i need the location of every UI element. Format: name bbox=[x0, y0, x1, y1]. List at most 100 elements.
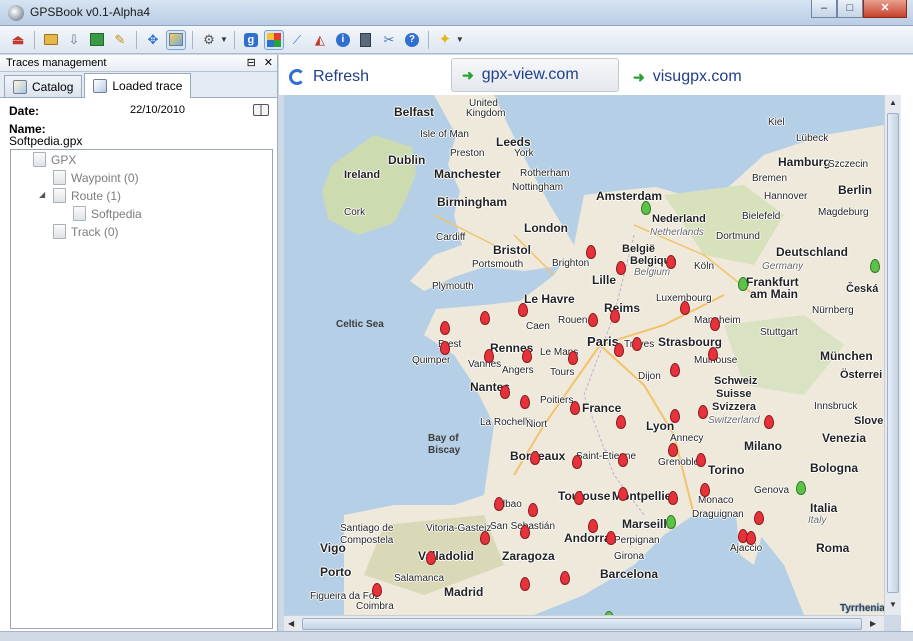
google-icon[interactable]: g bbox=[241, 30, 261, 50]
info-icon[interactable]: i bbox=[333, 30, 353, 50]
pin-icon[interactable]: ⊟ bbox=[247, 55, 256, 72]
map-marker-red[interactable] bbox=[700, 483, 710, 497]
map-marker-red[interactable] bbox=[618, 487, 628, 501]
scroll-up-icon[interactable]: ▲ bbox=[889, 98, 897, 107]
map-marker-red[interactable] bbox=[530, 451, 540, 465]
import-icon[interactable]: ⇩ bbox=[64, 30, 84, 50]
help-icon[interactable]: ? bbox=[402, 30, 422, 50]
export-icon[interactable] bbox=[87, 30, 107, 50]
gpx-view-link[interactable]: ➜ gpx-view.com bbox=[451, 58, 619, 92]
map-marker-red[interactable] bbox=[698, 405, 708, 419]
map-marker-red[interactable] bbox=[574, 491, 584, 505]
map-view-icon[interactable] bbox=[166, 29, 186, 50]
map-marker-red[interactable] bbox=[494, 497, 504, 511]
tree-item-softpedia[interactable]: Softpedia bbox=[73, 205, 142, 222]
exit-icon[interactable]: ⏏ bbox=[8, 30, 28, 50]
map-label: Nürnberg bbox=[812, 305, 854, 316]
map-marker-red[interactable] bbox=[522, 349, 532, 363]
document-icon bbox=[53, 224, 66, 239]
tab-catalog[interactable]: Catalog bbox=[4, 75, 83, 97]
visugpx-link[interactable]: ➜ visugpx.com bbox=[633, 64, 742, 90]
maximize-button[interactable]: □ bbox=[837, 0, 863, 18]
map-marker-red[interactable] bbox=[764, 415, 774, 429]
map-marker-red[interactable] bbox=[480, 311, 490, 325]
tab-loaded-trace[interactable]: Loaded trace bbox=[84, 73, 192, 98]
open-folder-icon[interactable] bbox=[41, 30, 61, 50]
tree-item-track[interactable]: Track (0) bbox=[53, 223, 119, 240]
map-marker-red[interactable] bbox=[560, 571, 570, 585]
tiles-icon[interactable] bbox=[263, 29, 284, 50]
star-icon[interactable]: ✦ bbox=[435, 30, 455, 50]
map-marker-red[interactable] bbox=[696, 453, 706, 467]
map-marker-red[interactable] bbox=[616, 261, 626, 275]
map-marker-red[interactable] bbox=[754, 511, 764, 525]
star-dropdown-arrow[interactable]: ▼ bbox=[456, 35, 464, 44]
map-marker-red[interactable] bbox=[480, 531, 490, 545]
map-marker-red[interactable] bbox=[484, 349, 494, 363]
vertical-scroll-thumb[interactable] bbox=[887, 113, 899, 593]
map-label: Nottingham bbox=[512, 182, 564, 193]
scroll-left-icon[interactable]: ◀ bbox=[288, 619, 294, 628]
map-marker-red[interactable] bbox=[440, 341, 450, 355]
map-marker-green[interactable] bbox=[870, 259, 880, 273]
calculator-icon[interactable] bbox=[356, 30, 376, 50]
map-marker-red[interactable] bbox=[610, 309, 620, 323]
chart-icon[interactable]: ⟋ bbox=[287, 30, 307, 50]
plugins-dropdown-arrow[interactable]: ▼ bbox=[220, 35, 228, 44]
map-marker-red[interactable] bbox=[710, 317, 720, 331]
map-marker-red[interactable] bbox=[708, 347, 718, 361]
map-marker-red[interactable] bbox=[426, 551, 436, 565]
refresh-link[interactable]: Refresh bbox=[289, 64, 369, 90]
map-marker-red[interactable] bbox=[666, 255, 676, 269]
map-marker-red[interactable] bbox=[568, 351, 578, 365]
scroll-right-icon[interactable]: ▶ bbox=[870, 619, 876, 628]
map-marker-red[interactable] bbox=[632, 337, 642, 351]
panel-close-icon[interactable]: ✕ bbox=[264, 55, 273, 72]
map-marker-red[interactable] bbox=[572, 455, 582, 469]
scroll-down-icon[interactable]: ▼ bbox=[889, 600, 897, 609]
map-marker-red[interactable] bbox=[616, 415, 626, 429]
map-marker-red[interactable] bbox=[520, 395, 530, 409]
tree-item-route[interactable]: Route (1) bbox=[53, 187, 121, 204]
map-marker-red[interactable] bbox=[518, 303, 528, 317]
map-marker-red[interactable] bbox=[500, 385, 510, 399]
map-marker-red[interactable] bbox=[668, 443, 678, 457]
map-marker-red[interactable] bbox=[614, 343, 624, 357]
map-marker-red[interactable] bbox=[520, 525, 530, 539]
map-marker-red[interactable] bbox=[670, 363, 680, 377]
tree-item-gpx[interactable]: GPX bbox=[33, 151, 76, 168]
map-marker-green[interactable] bbox=[738, 277, 748, 291]
move-icon[interactable]: ✥ bbox=[143, 30, 163, 50]
minimize-button[interactable]: – bbox=[811, 0, 837, 18]
map-view[interactable]: United Kingdom Belfast Isle of Man Leeds… bbox=[284, 95, 884, 615]
map-marker-red[interactable] bbox=[528, 503, 538, 517]
plugins-icon[interactable]: ⚙ bbox=[199, 30, 219, 50]
map-marker-green[interactable] bbox=[666, 515, 676, 529]
map-marker-red[interactable] bbox=[680, 301, 690, 315]
map-marker-red[interactable] bbox=[570, 401, 580, 415]
expand-arrow-icon[interactable]: ◢ bbox=[39, 190, 45, 199]
routes-icon[interactable]: ◭ bbox=[310, 30, 330, 50]
map-marker-red[interactable] bbox=[588, 519, 598, 533]
map-marker-green[interactable] bbox=[796, 481, 806, 495]
horizontal-scroll-thumb[interactable] bbox=[302, 618, 862, 630]
map-marker-red[interactable] bbox=[520, 577, 530, 591]
map-marker-red[interactable] bbox=[746, 531, 756, 545]
map-marker-red[interactable] bbox=[618, 453, 628, 467]
close-button[interactable]: ✕ bbox=[863, 0, 907, 18]
map-horizontal-scrollbar[interactable]: ◀ ▶ bbox=[284, 615, 884, 631]
map-marker-green[interactable] bbox=[641, 201, 651, 215]
map-marker-red[interactable] bbox=[588, 313, 598, 327]
map-marker-red[interactable] bbox=[670, 409, 680, 423]
tree-item-waypoint[interactable]: Waypoint (0) bbox=[53, 169, 139, 186]
map-vertical-scrollbar[interactable]: ▲ ▼ bbox=[884, 95, 901, 615]
book-icon[interactable] bbox=[253, 104, 269, 116]
map-label: Rotherham bbox=[520, 168, 570, 179]
map-marker-red[interactable] bbox=[606, 531, 616, 545]
map-marker-red[interactable] bbox=[440, 321, 450, 335]
map-marker-red[interactable] bbox=[668, 491, 678, 505]
clean-icon[interactable]: ✎ bbox=[110, 30, 130, 50]
tools-icon[interactable]: ✂ bbox=[379, 30, 399, 50]
map-marker-red[interactable] bbox=[586, 245, 596, 259]
map-marker-red[interactable] bbox=[372, 583, 382, 597]
